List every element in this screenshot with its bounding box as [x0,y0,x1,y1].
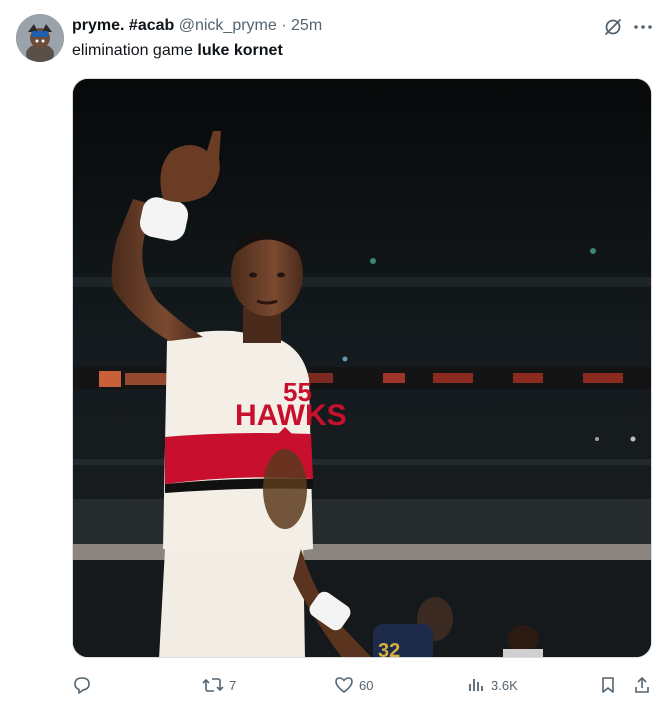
like-button[interactable]: 60 [334,672,373,698]
avatar[interactable] [16,14,64,62]
photo-image: 32 HAWKS 55 [73,79,651,658]
retweet-count: 7 [229,677,237,693]
view-count: 3.6K [491,677,518,693]
grok-icon [605,19,621,35]
views-icon [469,679,483,691]
share-button[interactable] [632,672,652,698]
action-bar: 7 60 3.6K [72,672,656,698]
reply-icon [74,677,90,694]
bookmark-icon [602,677,614,693]
tweet-header: pryme. #acab @nick_pryme · 25m [72,16,580,36]
avatar-image [16,14,64,62]
retweet-icon [202,678,224,692]
more-options-button[interactable] [632,16,654,38]
tweet-text-bold: luke kornet [197,42,283,59]
like-count: 60 [359,677,374,693]
like-icon [335,677,353,693]
grok-button[interactable] [602,16,624,38]
reply-button[interactable] [72,672,97,698]
user-handle[interactable]: @nick_pryme [179,17,277,34]
retweet-button[interactable]: 7 [202,672,236,698]
jersey-number: 55 [283,377,312,407]
separator-dot: · [281,17,287,34]
tweet-photo[interactable]: 32 HAWKS 55 [72,78,652,658]
opponent-number: 32 [378,640,400,658]
more-icon [634,25,652,29]
bookmark-button[interactable] [598,672,618,698]
share-icon [635,676,649,693]
timestamp[interactable]: 25m [291,17,322,34]
display-name[interactable]: pryme. #acab [72,17,174,34]
tweet-text-plain: elimination game [72,42,198,59]
tweet-text: elimination game luke kornet [72,41,283,61]
views-button[interactable]: 3.6K [466,672,518,698]
